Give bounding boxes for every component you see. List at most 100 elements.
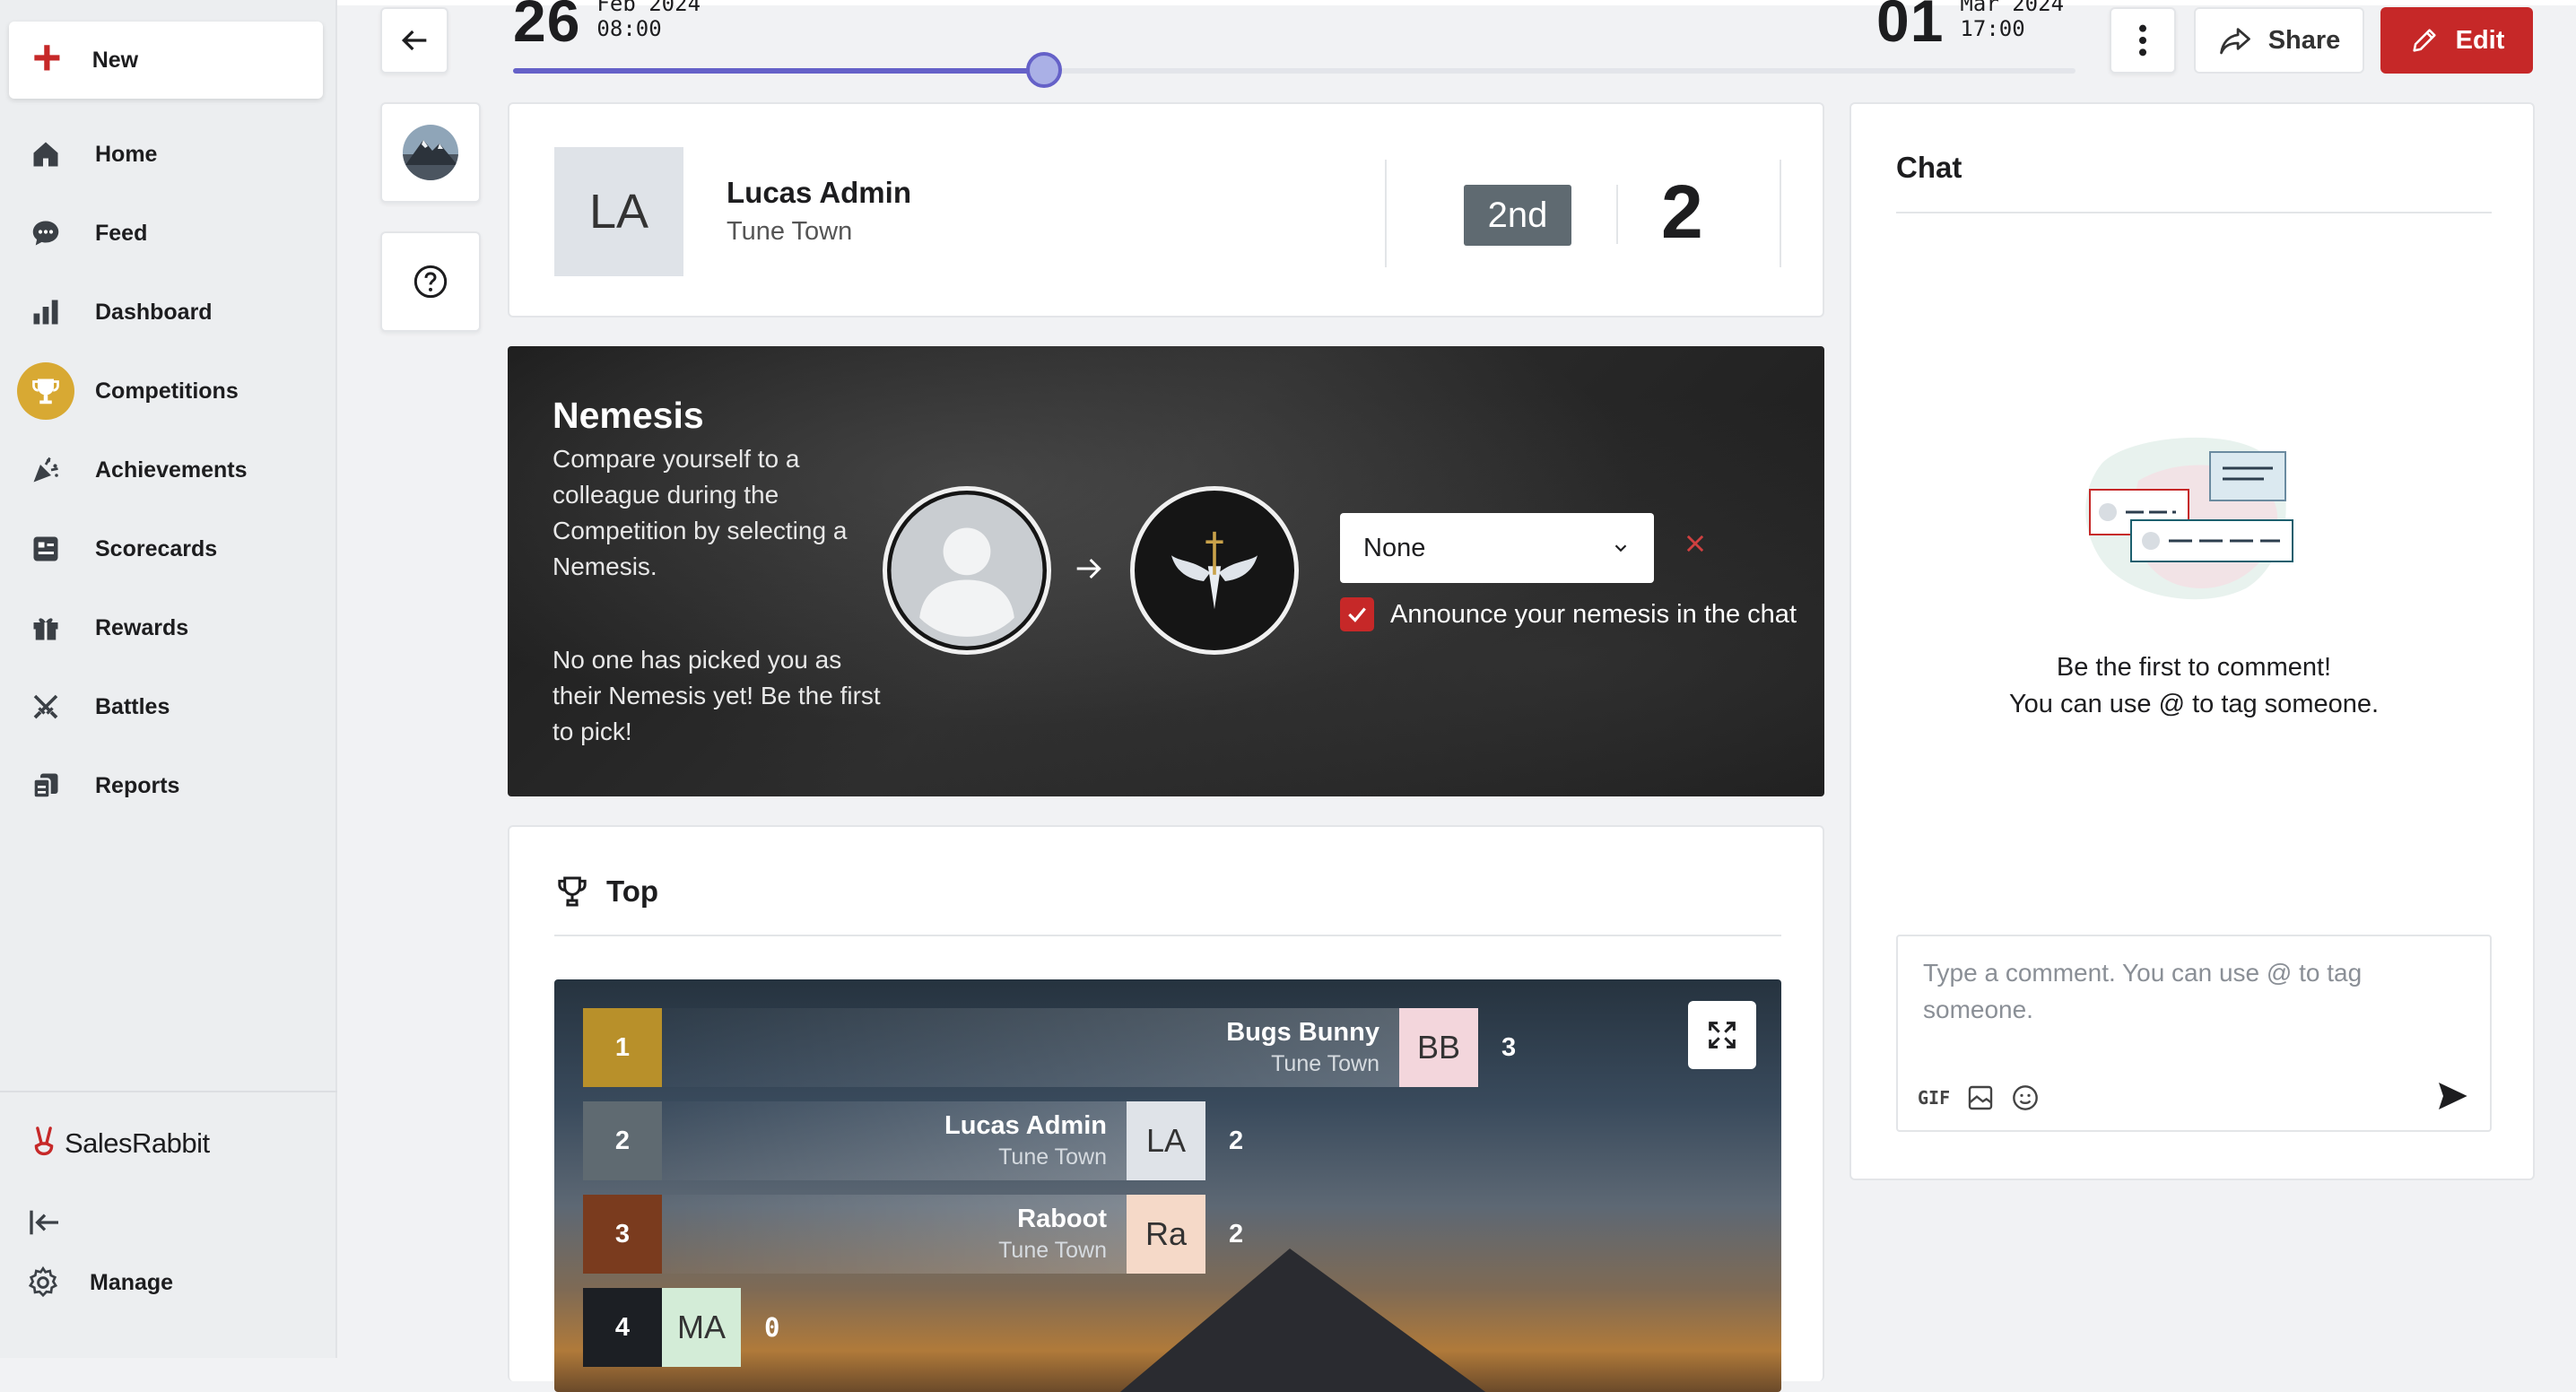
player-team: Tune Town: [998, 1238, 1107, 1263]
sidebar-item-rewards[interactable]: Rewards: [0, 588, 337, 667]
nemesis-title: Nemesis: [553, 395, 704, 436]
sidebar-item-scorecards[interactable]: Scorecards: [0, 509, 337, 588]
edit-button[interactable]: Edit: [2380, 7, 2533, 74]
sidebar-item-label: Reports: [95, 772, 180, 798]
gif-button[interactable]: GIF: [1918, 1087, 1950, 1109]
sidebar-item-label: Achievements: [95, 457, 248, 483]
comment-input[interactable]: [1921, 953, 2459, 1042]
start-day: 26: [513, 0, 581, 54]
end-date: 01 Mar 2024 17:00: [1876, 0, 2064, 50]
sidebar-item-achievements[interactable]: Achievements: [0, 431, 337, 509]
arrow-right-icon: [1071, 551, 1107, 591]
nemesis-select-value: None: [1363, 533, 1426, 562]
sidebar-item-reports[interactable]: Reports: [0, 746, 337, 825]
leaderboard-row[interactable]: 3 Raboot Tune Town Ra 2: [583, 1195, 1243, 1274]
sidebar-item-label: Home: [95, 141, 158, 167]
clear-nemesis-button[interactable]: [1683, 531, 1708, 561]
chat-panel: Chat Be the first to comment! You can us…: [1849, 102, 2535, 1180]
winged-sword-icon: [1171, 531, 1258, 610]
leaderboard-board: 1 Bugs Bunny Tune Town BB 3 2 Lucas Admi…: [554, 979, 1781, 1392]
trophy-icon: [17, 362, 74, 420]
sidebar-item-home[interactable]: Home: [0, 115, 337, 194]
player-score: 2: [1229, 1219, 1244, 1248]
leaderboard-divider: [554, 935, 1781, 936]
competition-image-button[interactable]: [380, 102, 481, 203]
sidebar-nav: Home Feed Dashboard Competitions Achieve…: [0, 115, 337, 825]
timeline-slider[interactable]: [513, 52, 2076, 88]
sidebar-item-manage[interactable]: Manage: [25, 1265, 173, 1301]
profile-name: Lucas Admin: [727, 176, 911, 209]
chat-title: Chat: [1896, 151, 1962, 184]
sidebar: + New Home Feed Dashboard Competitions A…: [0, 0, 337, 1358]
rank-number: 1: [583, 1008, 662, 1087]
player-name: Bugs Bunny: [1226, 1018, 1379, 1047]
player-name: Lucas Admin: [944, 1111, 1107, 1140]
rank-number: 4: [583, 1288, 662, 1367]
salesrabbit-logo: SalesRabbit: [30, 1126, 210, 1161]
sidebar-item-battles[interactable]: Battles: [0, 667, 337, 746]
sidebar-item-label: Feed: [95, 220, 148, 246]
end-month: Mar 2024: [1960, 0, 2065, 16]
sidebar-divider: [0, 1091, 337, 1092]
edit-label: Edit: [2455, 25, 2505, 55]
sidebar-item-feed[interactable]: Feed: [0, 194, 337, 273]
collapse-sidebar-button[interactable]: [27, 1206, 63, 1243]
avatar: LA: [554, 147, 683, 276]
question-circle-icon: [413, 265, 448, 299]
player-avatar: LA: [1127, 1101, 1205, 1180]
trophy-outline-icon: [558, 876, 587, 907]
emoji-icon[interactable]: [2011, 1083, 2040, 1112]
score-bar: Lucas Admin Tune Town: [662, 1101, 1127, 1180]
check-icon: [1348, 607, 1366, 622]
back-button[interactable]: [380, 7, 448, 74]
share-button[interactable]: Share: [2194, 7, 2364, 74]
sidebar-item-label: Rewards: [95, 614, 189, 640]
announce-nemesis-checkbox[interactable]: Announce your nemesis in the chat: [1340, 597, 1797, 631]
sidebar-item-label: Battles: [95, 693, 170, 719]
empty-chat-message: Be the first to comment! You can use @ t…: [1851, 649, 2537, 723]
sidebar-item-label: Dashboard: [95, 299, 213, 325]
send-button[interactable]: [2434, 1078, 2470, 1118]
leaderboard-row[interactable]: 2 Lucas Admin Tune Town LA 2: [583, 1101, 1243, 1180]
nemesis-select[interactable]: None: [1340, 513, 1654, 583]
start-date: 26 Feb 2024 08:00: [513, 0, 701, 50]
player-score: 3: [1501, 1032, 1517, 1062]
rank-divider: [1616, 185, 1618, 244]
end-day: 01: [1876, 0, 1945, 54]
home-icon: [25, 134, 66, 175]
nemesis-panel: Nemesis Compare yourself to a colleague …: [508, 346, 1824, 796]
brand-name: SalesRabbit: [65, 1127, 210, 1159]
gift-icon: [25, 607, 66, 648]
new-button[interactable]: + New: [9, 22, 323, 99]
player-score: 0: [764, 1312, 780, 1343]
leaderboard-card: Top 1 Bugs Bunny Tune Town BB 3 2 Lucas …: [508, 825, 1824, 1392]
report-icon: [25, 765, 66, 806]
fullscreen-button[interactable]: [1688, 1001, 1756, 1069]
checkbox-checked[interactable]: [1340, 597, 1374, 631]
user-silhouette-icon: [891, 494, 1043, 647]
new-button-label: New: [91, 47, 139, 73]
sidebar-item-dashboard[interactable]: Dashboard: [0, 273, 337, 352]
player-avatar: MA: [662, 1288, 741, 1367]
chat-bubble-icon: [25, 213, 66, 254]
player-team: Tune Town: [1271, 1051, 1379, 1076]
share-icon: [2219, 28, 2250, 55]
rank-summary: 2nd 2: [1385, 160, 1781, 267]
start-time: 08:00: [596, 16, 662, 42]
timeline-slider-handle[interactable]: [1026, 52, 1063, 88]
rabbit-logo-icon: [34, 1127, 54, 1156]
chat-divider: [1896, 212, 2492, 213]
rank-number: 2: [583, 1101, 662, 1180]
nemesis-user-avatar: [883, 486, 1051, 655]
more-options-button[interactable]: [2110, 7, 2176, 74]
help-button[interactable]: [380, 231, 481, 332]
sidebar-item-competitions[interactable]: Competitions: [0, 352, 337, 431]
image-icon[interactable]: [1966, 1083, 1995, 1112]
leaderboard-title: Top: [606, 874, 659, 908]
score-value: 2: [1661, 170, 1703, 254]
gear-icon: [28, 1266, 58, 1298]
my-standing-card: LA Lucas Admin Tune Town 2nd 2: [508, 102, 1824, 318]
leaderboard-row[interactable]: 4 MA 0: [583, 1288, 779, 1367]
player-name: Raboot: [1017, 1205, 1107, 1233]
leaderboard-row[interactable]: 1 Bugs Bunny Tune Town BB 3: [583, 1008, 1516, 1087]
